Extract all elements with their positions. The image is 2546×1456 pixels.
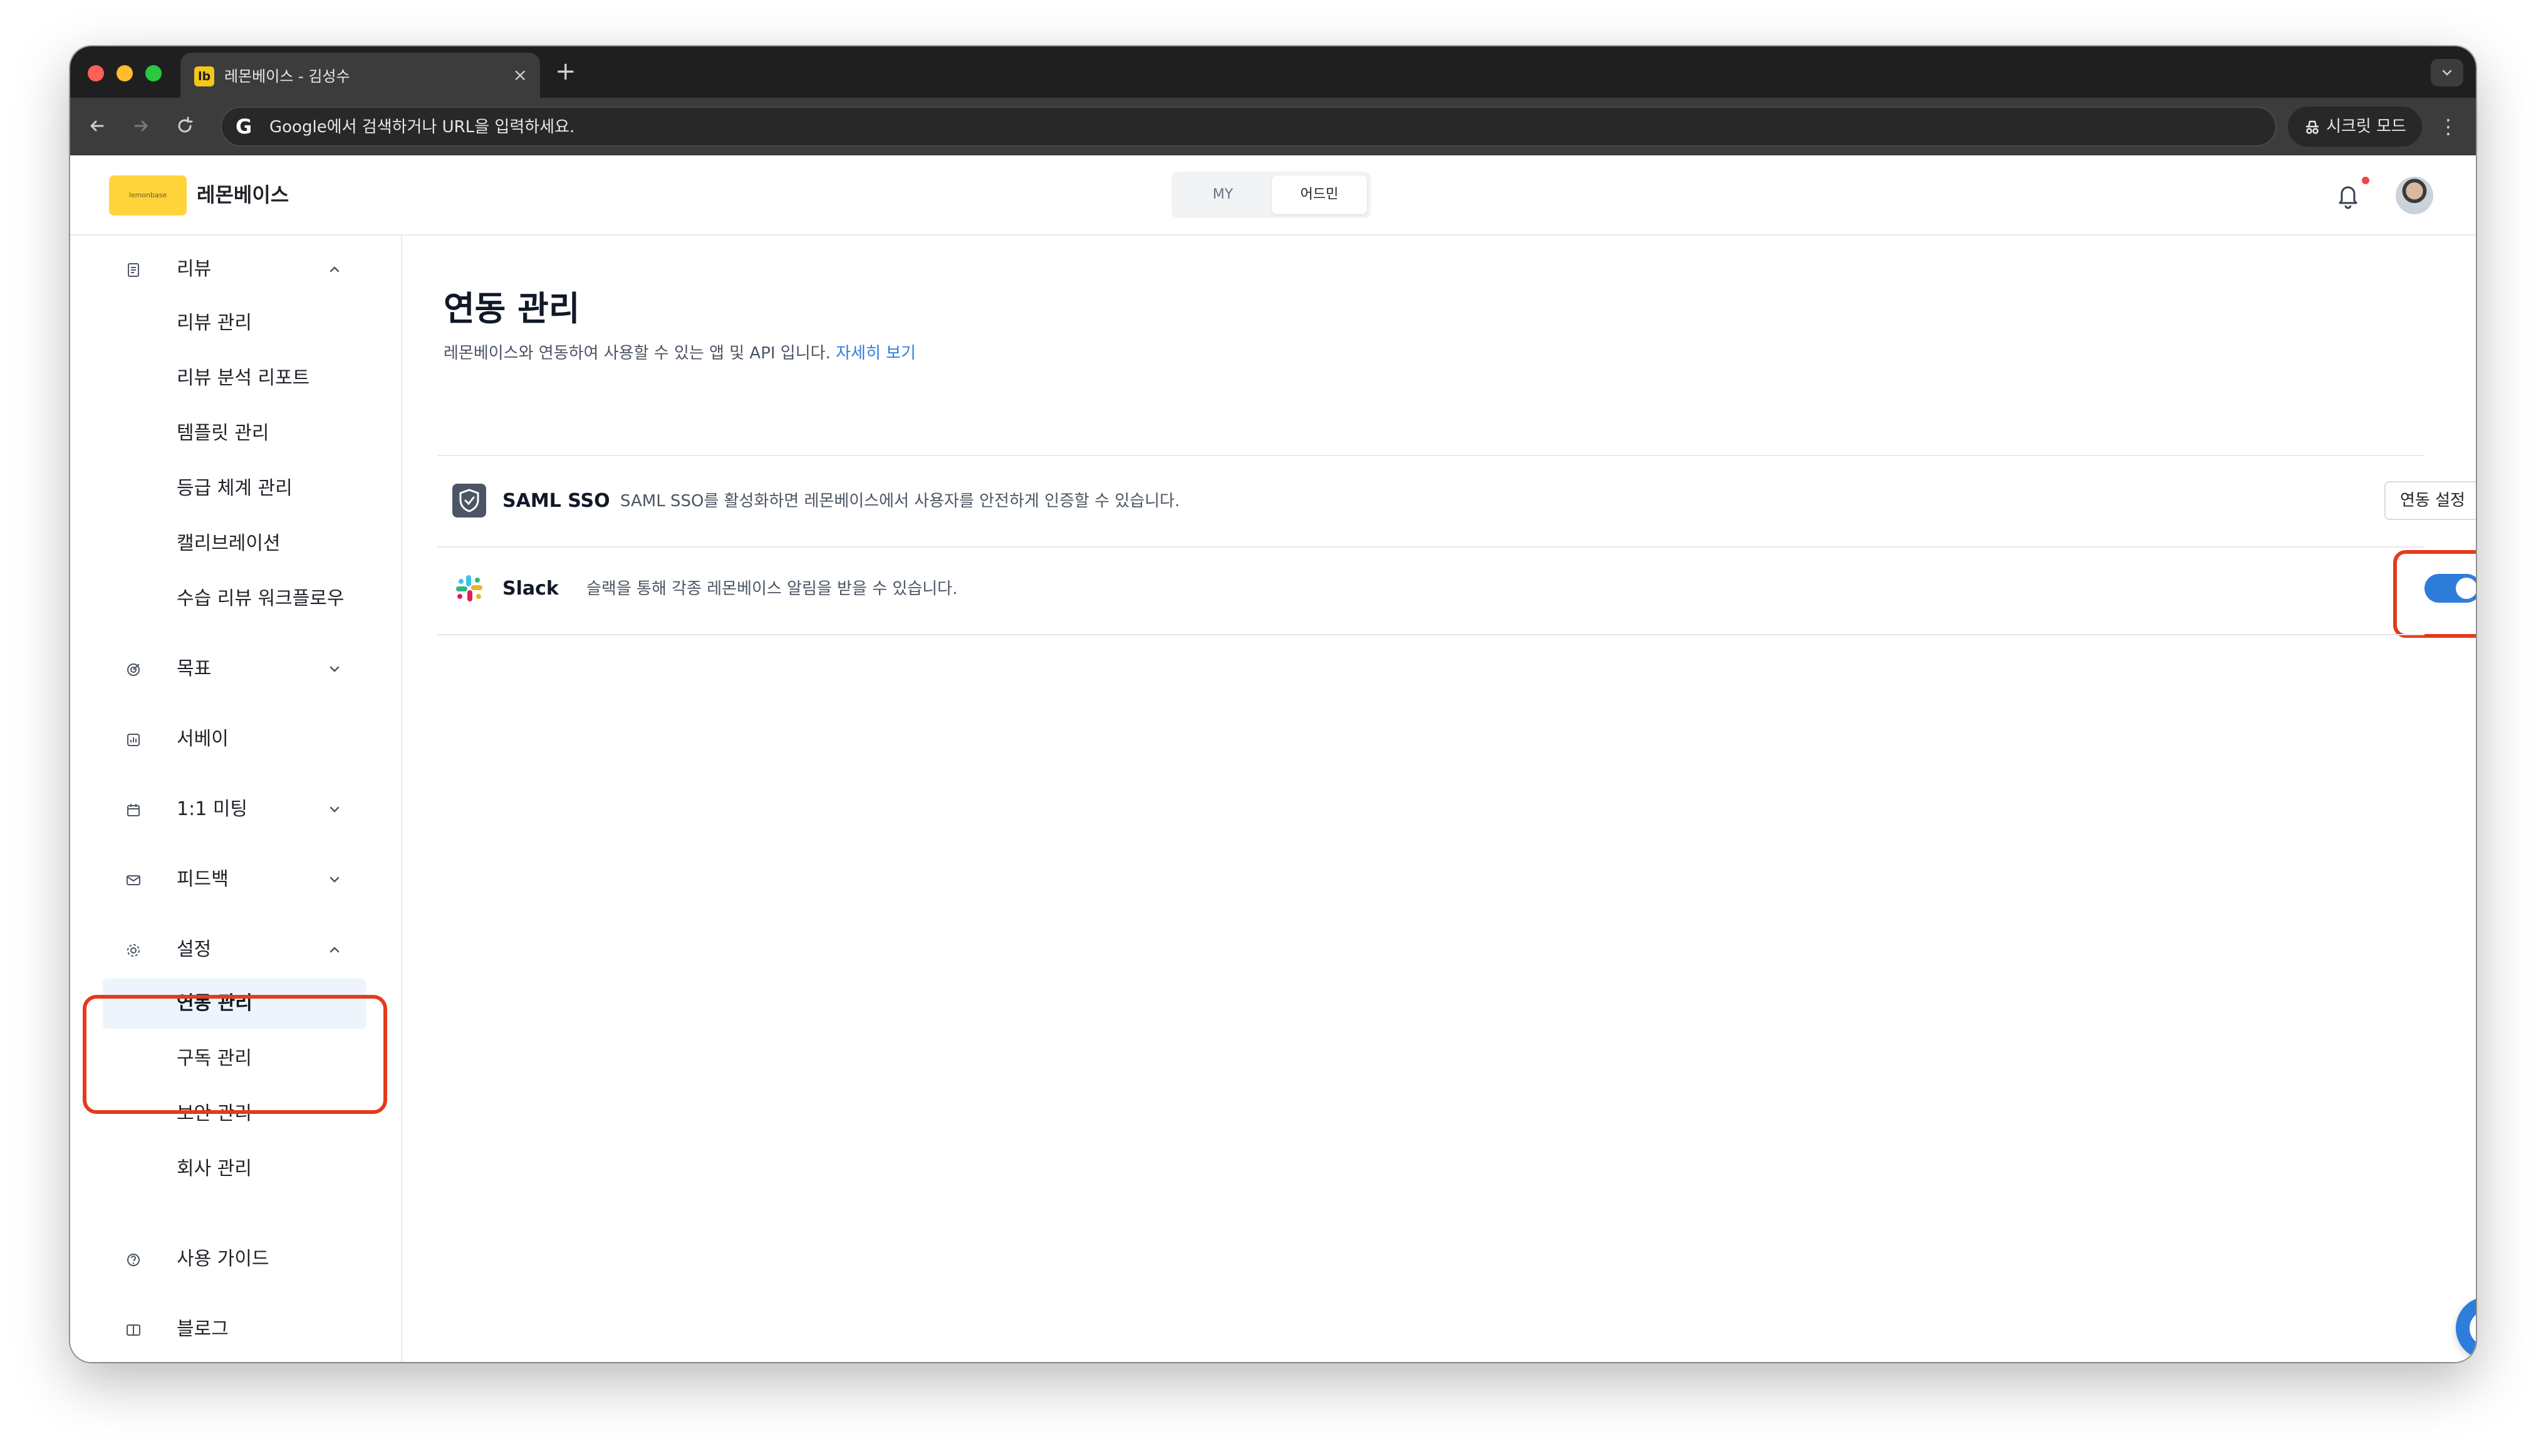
sidebar-subitem-label: 회사 관리 bbox=[177, 1158, 252, 1180]
back-button[interactable] bbox=[86, 110, 108, 145]
survey-chart-icon bbox=[127, 734, 140, 746]
forward-button[interactable] bbox=[130, 110, 152, 145]
sidebar-item-blog[interactable]: 블로그 bbox=[103, 1304, 366, 1355]
calendar-icon bbox=[127, 804, 140, 816]
target-icon bbox=[127, 663, 140, 676]
sidebar-item-label: 피드백 bbox=[177, 868, 229, 890]
sidebar-item-label: 사용 가이드 bbox=[177, 1248, 269, 1270]
sidebar-item-label: 목표 bbox=[177, 658, 212, 680]
chevron-down-icon bbox=[330, 806, 340, 813]
browser-toolbar: G Google에서 검색하거나 URL을 입력하세요. 시크릿 모드 ⋮ bbox=[70, 98, 2476, 155]
new-tab-button[interactable]: + bbox=[555, 56, 576, 86]
sidebar-subitem-label: 리뷰 분석 리포트 bbox=[177, 367, 310, 389]
chevron-up-icon bbox=[330, 947, 340, 953]
lemonbase-favicon-icon: lb bbox=[194, 66, 214, 86]
sidebar-item-meeting[interactable]: 1:1 미팅 bbox=[103, 784, 366, 835]
main-content: 연동 관리 레몬베이스와 연동하여 사용할 수 있는 앱 및 API 입니다. … bbox=[403, 236, 2476, 1362]
help-chat-button[interactable]: ? bbox=[2456, 1297, 2476, 1360]
browser-window: lb 레몬베이스 - 김성수 × + G Google에서 검색하거나 URL을… bbox=[70, 46, 2476, 1362]
sidebar-item-survey[interactable]: 서베이 bbox=[103, 714, 366, 764]
reload-button[interactable] bbox=[174, 110, 195, 145]
toggle-highlight-annotation bbox=[2393, 550, 2476, 638]
sidebar-item-label: 서베이 bbox=[177, 728, 229, 750]
sidebar-subitem-label: 등급 체계 관리 bbox=[177, 477, 293, 499]
mode-switch: MY 어드민 bbox=[1172, 172, 1371, 218]
question-icon: ? bbox=[2470, 1311, 2476, 1346]
tab-close-icon[interactable]: × bbox=[513, 65, 527, 85]
saml-setup-button[interactable]: 연동 설정 bbox=[2384, 481, 2476, 520]
app-header: lemonbase 레몬베이스 MY 어드민 bbox=[70, 155, 2476, 236]
notification-bell-icon[interactable] bbox=[2330, 178, 2366, 213]
sidebar-subitem-label: 캘리브레이션 bbox=[177, 533, 281, 554]
divider bbox=[437, 546, 2424, 548]
chevron-down-icon bbox=[330, 876, 340, 883]
address-bar[interactable]: G Google에서 검색하거나 URL을 입력하세요. bbox=[221, 107, 2277, 147]
integration-name: Slack bbox=[502, 578, 559, 600]
document-icon bbox=[128, 263, 139, 277]
user-avatar[interactable] bbox=[2396, 177, 2433, 214]
tab-search-button[interactable] bbox=[2431, 59, 2463, 86]
sidebar-item-goal[interactable]: 목표 bbox=[103, 644, 366, 694]
sidebar: 리뷰 리뷰 관리 리뷰 분석 리포트 템플릿 관리 등급 체계 관리 캘리브레이… bbox=[70, 236, 402, 1362]
sidebar-subitem-review-report[interactable]: 리뷰 분석 리포트 bbox=[103, 353, 366, 403]
sidebar-item-review[interactable]: 리뷰 bbox=[103, 244, 366, 294]
incognito-mode-button[interactable]: 시크릿 모드 bbox=[2288, 107, 2422, 147]
tab-title: 레몬베이스 - 김성수 bbox=[224, 68, 350, 85]
browser-tab-bar: lb 레몬베이스 - 김성수 × + bbox=[70, 46, 2476, 98]
sidebar-subitem-label: 템플릿 관리 bbox=[177, 422, 269, 444]
chevron-down-icon bbox=[330, 666, 340, 672]
incognito-icon bbox=[2306, 120, 2319, 134]
sidebar-item-label: 블로그 bbox=[177, 1318, 229, 1340]
integration-name: SAML SSO bbox=[502, 490, 610, 512]
question-circle-icon bbox=[127, 1254, 140, 1266]
sidebar-item-label: 1:1 미팅 bbox=[177, 798, 248, 820]
page-description-text: 레몬베이스와 연동하여 사용할 수 있는 앱 및 API 입니다. bbox=[444, 344, 831, 363]
close-window-button[interactable] bbox=[88, 65, 104, 81]
browser-tab[interactable]: lb 레몬베이스 - 김성수 × bbox=[180, 53, 540, 98]
incognito-label: 시크릿 모드 bbox=[2326, 117, 2406, 136]
mode-tab-admin[interactable]: 어드민 bbox=[1272, 175, 1367, 214]
integration-description: 슬랙을 통해 각종 레몬베이스 알림을 받을 수 있습니다. bbox=[586, 580, 958, 598]
sidebar-item-label: 리뷰 bbox=[177, 258, 212, 280]
sidebar-subitem-grade[interactable]: 등급 체계 관리 bbox=[103, 464, 366, 514]
browser-menu-icon[interactable]: ⋮ bbox=[2438, 113, 2458, 140]
google-icon: G bbox=[236, 115, 252, 138]
sidebar-subitem-label: 수습 리뷰 워크플로우 bbox=[177, 588, 345, 610]
brand-name: 레몬베이스 bbox=[197, 183, 289, 207]
book-icon bbox=[127, 1324, 140, 1336]
sidebar-subitem-template[interactable]: 템플릿 관리 bbox=[103, 408, 366, 459]
maximize-window-button[interactable] bbox=[145, 65, 162, 81]
sidebar-subitem-probation[interactable]: 수습 리뷰 워크플로우 bbox=[103, 574, 366, 624]
mail-icon bbox=[127, 875, 140, 885]
page-description: 레몬베이스와 연동하여 사용할 수 있는 앱 및 API 입니다. 자세히 보기 bbox=[444, 342, 916, 365]
sidebar-subitem-company[interactable]: 회사 관리 bbox=[103, 1144, 366, 1194]
divider bbox=[437, 455, 2424, 456]
slack-icon bbox=[456, 575, 482, 601]
sidebar-item-label: 설정 bbox=[177, 939, 212, 960]
notification-dot bbox=[2362, 177, 2369, 184]
sidebar-subitem-calibration[interactable]: 캘리브레이션 bbox=[103, 519, 366, 569]
gear-icon bbox=[127, 944, 140, 957]
sidebar-item-settings[interactable]: 설정 bbox=[103, 925, 366, 975]
chevron-down-icon bbox=[2442, 70, 2452, 76]
lemonbase-logo[interactable]: lemonbase bbox=[109, 175, 187, 216]
learn-more-link[interactable]: 자세히 보기 bbox=[836, 344, 916, 363]
arrow-right-icon bbox=[134, 120, 148, 132]
integration-description: SAML SSO를 활성화하면 레몬베이스에서 사용자를 안전하게 인증할 수 … bbox=[620, 492, 1180, 511]
mode-tab-my[interactable]: MY bbox=[1175, 175, 1270, 214]
address-bar-placeholder: Google에서 검색하거나 URL을 입력하세요. bbox=[269, 118, 575, 137]
settings-highlight-annotation bbox=[83, 995, 387, 1114]
shield-icon bbox=[452, 484, 486, 517]
sidebar-item-guide[interactable]: 사용 가이드 bbox=[103, 1234, 366, 1284]
sidebar-subitem-label: 리뷰 관리 bbox=[177, 312, 252, 334]
reload-icon bbox=[178, 117, 193, 133]
minimize-window-button[interactable] bbox=[117, 65, 133, 81]
sidebar-subitem-review-manage[interactable]: 리뷰 관리 bbox=[103, 298, 366, 348]
arrow-left-icon bbox=[90, 120, 104, 132]
sidebar-item-feedback[interactable]: 피드백 bbox=[103, 855, 366, 905]
divider bbox=[437, 634, 2424, 635]
chevron-up-icon bbox=[330, 266, 340, 273]
page-title: 연동 관리 bbox=[444, 289, 580, 328]
